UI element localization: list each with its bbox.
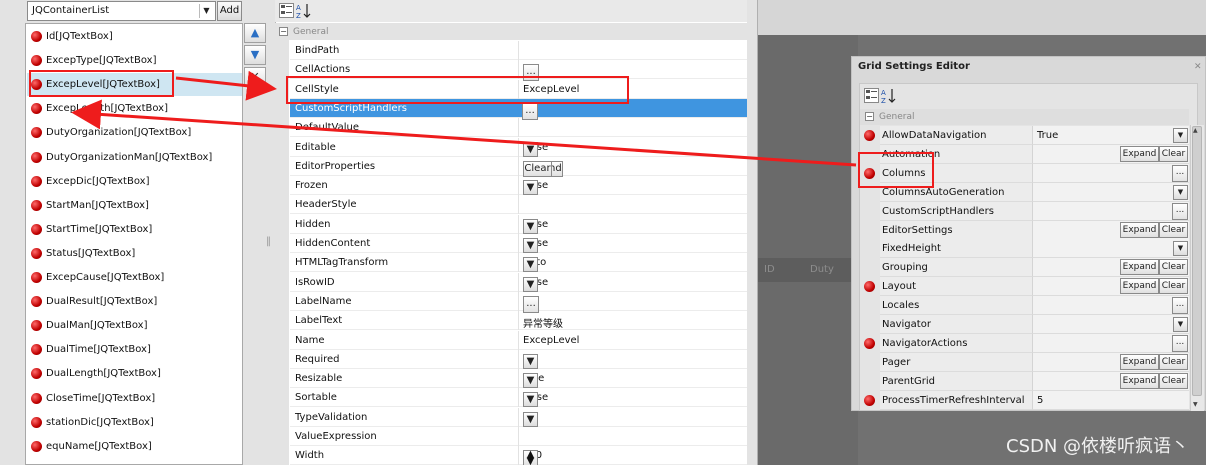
annotation-arrow-to-cellstyle	[175, 70, 277, 101]
annotation-arrows	[71, 70, 857, 167]
annotation-arrow-to-list	[71, 99, 857, 167]
watermark: CSDN @依楼听疯语丶	[1006, 436, 1190, 457]
